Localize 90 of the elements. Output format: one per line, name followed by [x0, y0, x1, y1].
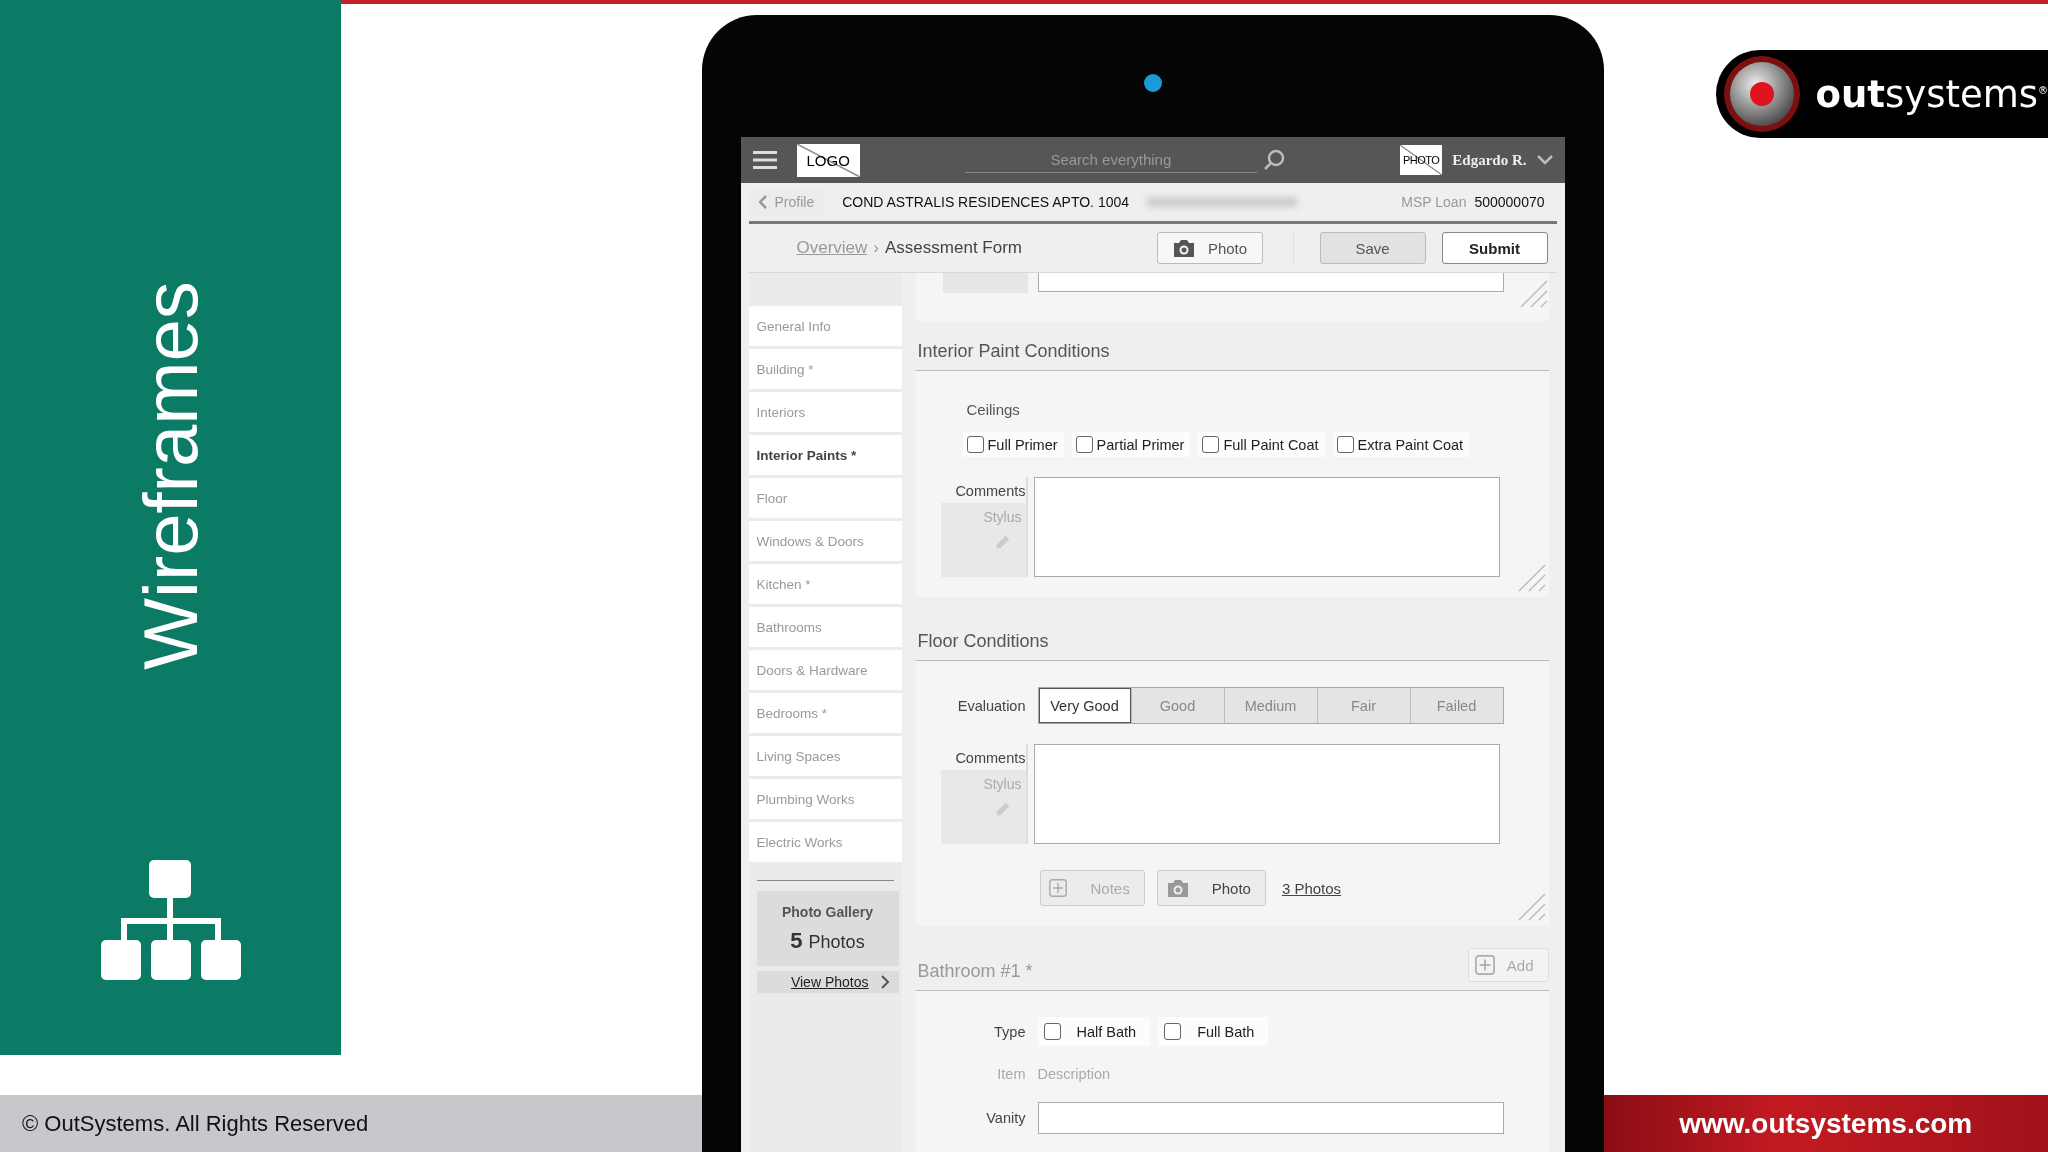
- save-button[interactable]: Save: [1319, 232, 1426, 264]
- brand-name: outsystems$^{®}$: [1815, 72, 2048, 116]
- page-title: Assessment Form: [885, 238, 1022, 258]
- segment-option[interactable]: Failed: [1409, 688, 1503, 723]
- photo-count: 5: [790, 927, 803, 954]
- segment-option[interactable]: Very Good: [1038, 688, 1131, 723]
- chevron-down-icon[interactable]: [1536, 155, 1553, 165]
- checkbox[interactable]: [1164, 1023, 1182, 1040]
- slide-title: Wireframes: [127, 280, 214, 670]
- camera-icon: [1171, 238, 1196, 258]
- checkbox-option[interactable]: Partial Primer: [1071, 432, 1191, 457]
- photos-link[interactable]: 3 Photos: [1281, 879, 1342, 897]
- field-label: Comments: [954, 749, 1026, 768]
- field-label: Comments: [954, 482, 1026, 501]
- plus-box-icon: [1474, 955, 1495, 975]
- breadcrumb-link[interactable]: Overview: [796, 238, 868, 258]
- group-label: Ceilings: [965, 401, 1021, 418]
- photo-button[interactable]: Photo: [1156, 870, 1266, 906]
- sidebar-item[interactable]: Bedrooms *: [748, 693, 902, 733]
- view-photos-link[interactable]: View Photos: [756, 971, 899, 993]
- chevron-right-icon: [880, 975, 889, 989]
- comments-field[interactable]: [1033, 744, 1500, 844]
- stylus-label: Stylus: [983, 509, 1022, 525]
- column-header: Item: [996, 1066, 1026, 1082]
- checkbox[interactable]: [966, 436, 984, 453]
- comments-field[interactable]: [1033, 477, 1500, 577]
- checkbox[interactable]: [1336, 436, 1354, 453]
- search-icon[interactable]: [1262, 149, 1285, 171]
- sidebar-item[interactable]: General Info: [748, 306, 902, 346]
- section-title: Interior Paint Conditions: [917, 341, 1110, 362]
- checkbox-option[interactable]: Full Paint Coat: [1198, 432, 1325, 457]
- checkbox-option[interactable]: Extra Paint Coat: [1332, 432, 1470, 457]
- menu-icon[interactable]: [752, 151, 777, 169]
- checkbox-option[interactable]: Full Primer: [962, 432, 1064, 457]
- column-header: Description: [1037, 1066, 1111, 1082]
- sidebar-item[interactable]: Electric Works: [748, 822, 902, 862]
- checkbox-option[interactable]: Full Bath: [1158, 1017, 1269, 1046]
- notes-button[interactable]: Notes: [1039, 870, 1145, 906]
- text-area[interactable]: [1037, 273, 1504, 292]
- copyright-text: © OutSystems. All Rights Reserved: [22, 1110, 369, 1137]
- back-button[interactable]: Profile: [748, 188, 825, 216]
- sidebar-item[interactable]: Floor: [748, 478, 902, 518]
- loan-label: MSP Loan: [1401, 194, 1467, 210]
- address-text: COND ASTRALIS RESIDENCES APTO. 1004: [842, 194, 1130, 210]
- search-field[interactable]: Search everything: [964, 147, 1257, 173]
- website-text: www.outsystems.com: [1679, 1107, 1973, 1140]
- camera-dot: [1143, 74, 1162, 92]
- checkbox[interactable]: [1075, 436, 1093, 453]
- submit-button[interactable]: Submit: [1441, 232, 1548, 264]
- logo-ring-icon: [1721, 54, 1802, 134]
- section-title: Floor Conditions: [917, 631, 1049, 652]
- segment-option[interactable]: Good: [1130, 688, 1224, 723]
- segment-option[interactable]: Fair: [1316, 688, 1410, 723]
- field-label: Vanity: [985, 1110, 1026, 1126]
- checkbox-option[interactable]: Half Bath: [1037, 1017, 1151, 1046]
- photo-count-unit: Photos: [808, 931, 865, 953]
- photo-button[interactable]: Photo: [1156, 232, 1263, 264]
- camera-icon: [1165, 878, 1190, 898]
- sidebar-item[interactable]: Bathrooms: [748, 607, 902, 647]
- plus-box-icon: [1048, 879, 1067, 897]
- gallery-title: Photo Gallery: [782, 903, 873, 920]
- loan-number: 500000070: [1474, 194, 1545, 210]
- resize-grip-icon[interactable]: [1516, 892, 1547, 922]
- org-chart-icon: [100, 860, 241, 980]
- checkbox[interactable]: [1202, 436, 1220, 453]
- sidebar-item[interactable]: Building *: [748, 349, 902, 389]
- stylus-toggle[interactable]: Stylus: [940, 770, 1026, 844]
- stylus-toggle[interactable]: Stylus: [940, 503, 1026, 577]
- sidebar-item[interactable]: Interiors: [748, 392, 902, 432]
- sidebar-item[interactable]: Kitchen *: [748, 564, 902, 604]
- user-name[interactable]: Edgardo R.: [1452, 151, 1527, 169]
- resize-grip-icon[interactable]: [1518, 279, 1549, 309]
- resize-grip-icon[interactable]: [1516, 563, 1547, 593]
- sidebar-item[interactable]: Plumbing Works: [748, 779, 902, 819]
- sidebar-item[interactable]: Interior Paints *: [748, 435, 902, 475]
- field-label: Evaluation: [956, 697, 1026, 714]
- checkbox[interactable]: [1043, 1023, 1061, 1040]
- avatar-text: PHOTO: [1402, 154, 1440, 166]
- field-label: Type: [993, 1023, 1026, 1040]
- sidebar-item[interactable]: Windows & Doors: [748, 521, 902, 561]
- sidebar-item[interactable]: Doors & Hardware: [748, 650, 902, 690]
- breadcrumb-separator: ›: [873, 238, 880, 258]
- sidebar-item[interactable]: Living Spaces: [748, 736, 902, 776]
- chevron-left-icon: [758, 195, 767, 209]
- stylus-label: Stylus: [983, 776, 1022, 792]
- logo-text: LOGO: [806, 151, 850, 169]
- section-title: Bathroom #1 *: [917, 960, 1033, 982]
- input-field[interactable]: [1037, 1102, 1504, 1134]
- segment-option[interactable]: Medium: [1223, 688, 1317, 723]
- add-button[interactable]: Add: [1467, 948, 1549, 982]
